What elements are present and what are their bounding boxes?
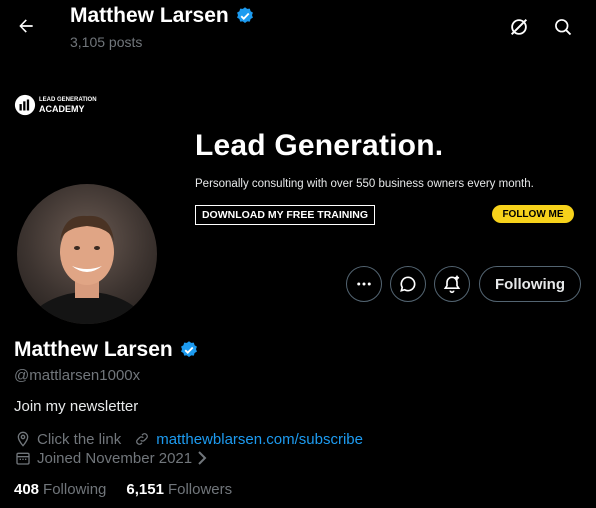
download-training-button: DOWNLOAD MY FREE TRAINING xyxy=(195,205,375,225)
profile-location: Click the link xyxy=(37,430,122,448)
avatar[interactable] xyxy=(14,181,160,327)
notification-bell-icon xyxy=(443,275,461,294)
profile-meta-row-1: Click the link matthewblarsen.com/subscr… xyxy=(14,430,363,448)
following-stat-link[interactable]: 408 Following xyxy=(14,481,106,498)
logo-line2: ACADEMY xyxy=(39,103,85,114)
profile-name-text: Matthew Larsen xyxy=(14,338,173,361)
avatar-portrait xyxy=(26,215,148,324)
search-icon xyxy=(555,19,572,36)
post-count: 3,105 posts xyxy=(70,34,143,50)
profile-stats: 408 Following 6,151 Followers xyxy=(14,481,232,498)
profile-website-link[interactable]: matthewblarsen.com/subscribe xyxy=(156,431,363,448)
back-arrow-icon xyxy=(19,19,33,33)
profile-name: Matthew Larsen xyxy=(14,338,199,362)
notify-button[interactable] xyxy=(434,266,470,302)
link-icon xyxy=(133,430,151,448)
message-button[interactable] xyxy=(390,266,426,302)
header-name-text: Matthew Larsen xyxy=(70,4,229,27)
followers-count: 6,151 xyxy=(126,481,164,498)
profile-handle: @mattlarsen1000x xyxy=(14,367,141,384)
lead-generation-academy-logo-icon xyxy=(14,94,36,116)
profile-bio: Join my newsletter xyxy=(14,398,139,415)
grok-icon xyxy=(510,18,528,36)
search-button[interactable] xyxy=(548,12,578,42)
back-button[interactable] xyxy=(12,12,40,40)
banner-logo: LEAD GENERATION ACADEMY xyxy=(14,94,97,116)
following-button[interactable]: Following xyxy=(479,266,581,302)
followers-stat-link[interactable]: 6,151 Followers xyxy=(126,481,232,498)
more-button[interactable] xyxy=(346,266,382,302)
follow-me-button: FOLLOW ME xyxy=(492,205,574,223)
calendar-icon xyxy=(14,449,32,467)
grok-button[interactable] xyxy=(504,12,534,42)
location-icon xyxy=(14,430,32,448)
chevron-right-icon[interactable] xyxy=(196,451,208,465)
profile-joined[interactable]: Joined November 2021 xyxy=(37,450,192,467)
verified-badge-icon[interactable] xyxy=(179,340,199,360)
logo-line1: LEAD GENERATION xyxy=(39,96,97,103)
more-icon xyxy=(357,282,371,286)
profile-meta-row-2: Joined November 2021 xyxy=(14,449,208,467)
followers-stat-label: Followers xyxy=(167,481,233,498)
verified-badge-icon xyxy=(236,7,253,24)
following-count: 408 xyxy=(14,481,40,498)
banner-subline: Personally consulting with over 550 busi… xyxy=(195,178,534,190)
header-name: Matthew Larsen xyxy=(70,4,255,28)
banner-headline: Lead Generation. xyxy=(195,129,444,162)
following-stat-label: Following xyxy=(43,481,107,498)
message-icon xyxy=(400,276,416,292)
